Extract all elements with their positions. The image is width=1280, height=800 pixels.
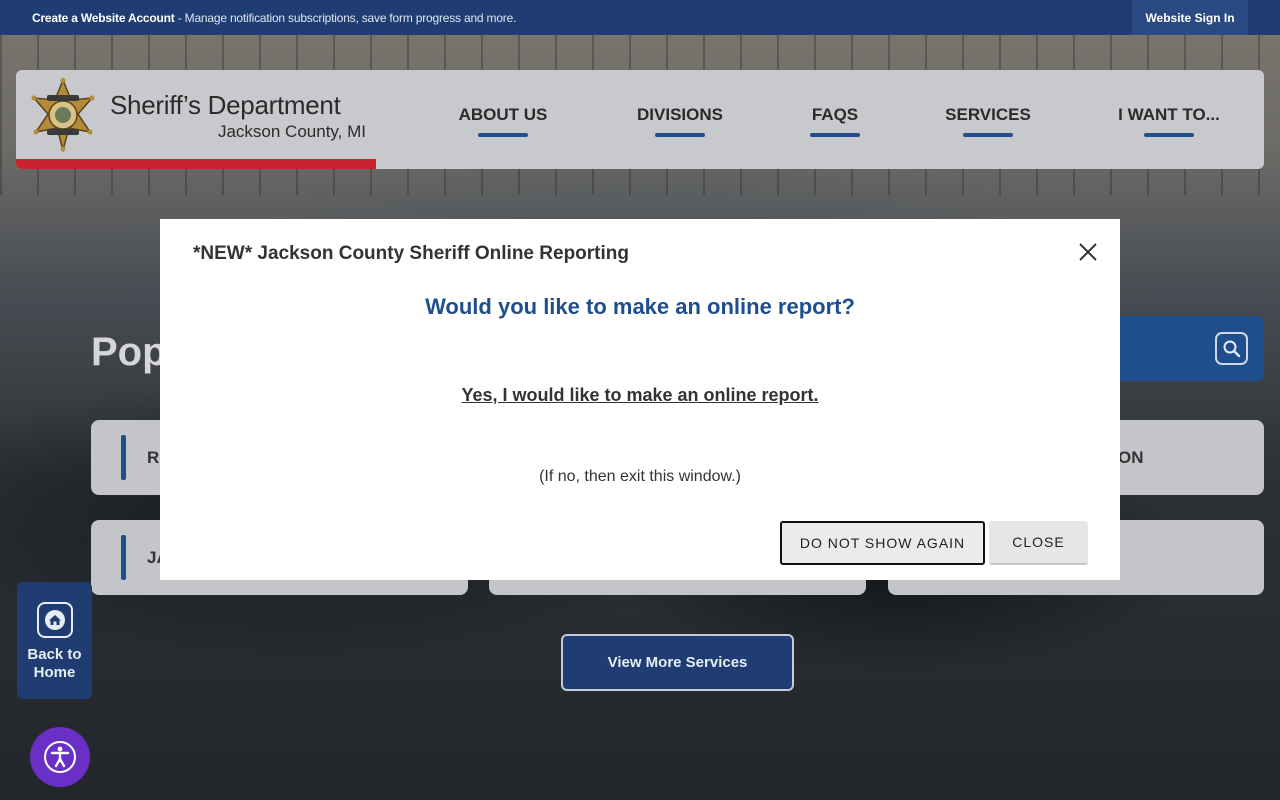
- dialog-title: *NEW* Jackson County Sheriff Online Repo…: [193, 243, 629, 264]
- close-icon[interactable]: [1076, 240, 1100, 264]
- do-not-show-again-button[interactable]: DO NOT SHOW AGAIN: [780, 521, 985, 565]
- online-reporting-dialog: *NEW* Jackson County Sheriff Online Repo…: [160, 219, 1120, 580]
- dialog-heading: Would you like to make an online report?: [425, 294, 855, 319]
- make-online-report-link[interactable]: Yes, I would like to make an online repo…: [160, 385, 1120, 406]
- dialog-note: (If no, then exit this window.): [539, 468, 741, 485]
- close-button[interactable]: CLOSE: [989, 521, 1088, 565]
